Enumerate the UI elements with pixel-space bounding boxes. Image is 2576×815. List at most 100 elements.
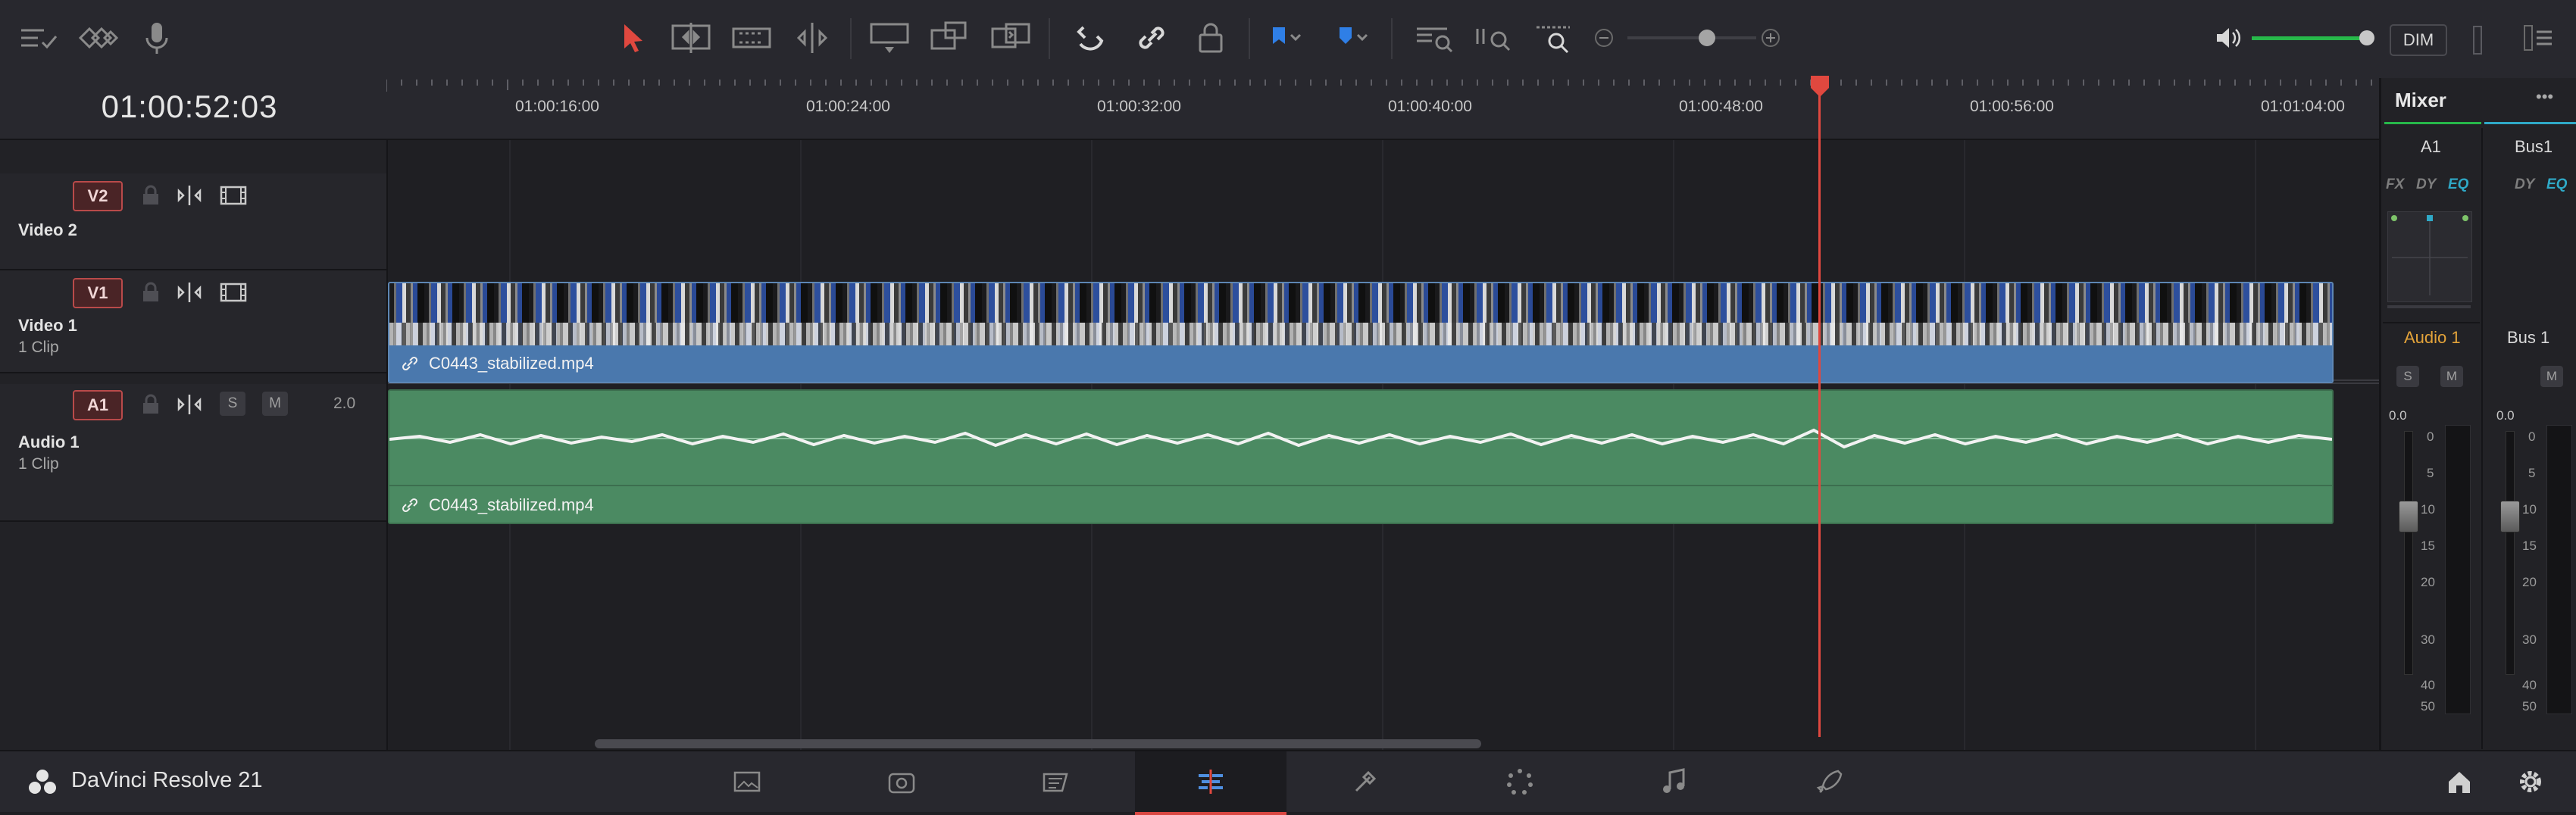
zoom-custom-icon[interactable]	[1533, 17, 1576, 59]
fader-knob[interactable]	[2399, 501, 2418, 532]
ruler-label: 01:01:04:00	[2261, 98, 2345, 115]
track-badge-a1[interactable]: A1	[73, 390, 123, 420]
voiceover-mic-icon[interactable]	[138, 17, 180, 59]
volume-icon[interactable]	[2214, 24, 2241, 52]
mute-button[interactable]: M	[262, 392, 288, 416]
track-header-v2[interactable]: V2 Video 2	[0, 173, 386, 270]
lock-icon[interactable]	[141, 184, 161, 207]
ruler-label: 01:00:24:00	[806, 98, 890, 115]
toolbar-divider	[1391, 18, 1393, 59]
playhead-handle[interactable]	[1809, 74, 1830, 97]
dim-button[interactable]: DIM	[2390, 24, 2447, 56]
disable-video-track-icon[interactable]	[220, 281, 247, 304]
track-header-a1[interactable]: A1 S M 2.0 Audio 1 1 Clip	[0, 384, 386, 522]
linked-selection-icon[interactable]	[1130, 17, 1173, 59]
auto-select-icon[interactable]	[176, 184, 203, 207]
fader-track[interactable]	[2506, 431, 2515, 675]
mixer-mute-button[interactable]: M	[2440, 366, 2463, 387]
fader-scale-label: 30	[2522, 632, 2537, 647]
page-deliver[interactable]	[1753, 751, 1905, 812]
blade-icon[interactable]	[791, 17, 833, 59]
overwrite-clip-icon[interactable]	[929, 17, 971, 59]
timecode-display[interactable]: 01:00:52:03	[0, 89, 379, 125]
snapping-icon[interactable]	[1070, 17, 1112, 59]
flag-icon[interactable]	[1264, 17, 1306, 59]
fader-knob[interactable]	[2500, 501, 2520, 532]
lock-icon[interactable]	[141, 393, 161, 416]
audio-waveform	[389, 428, 2332, 449]
position-lock-icon[interactable]	[1190, 17, 1232, 59]
meter-toggle-icon[interactable]	[2473, 26, 2482, 55]
fader-value: 0.0	[2389, 408, 2407, 423]
lock-icon[interactable]	[141, 281, 161, 304]
fader-scale-label: 40	[2522, 678, 2537, 692]
link-icon	[402, 497, 418, 514]
page-fusion[interactable]	[1290, 751, 1441, 812]
gear-icon[interactable]	[2515, 767, 2546, 797]
page-fairlight[interactable]	[1599, 751, 1750, 812]
davinci-logo-icon	[27, 768, 58, 795]
panel-toggle-icon[interactable]	[2523, 23, 2561, 53]
ruler-label: 01:00:40:00	[1388, 98, 1472, 115]
dynamics-button[interactable]: DY	[2416, 176, 2436, 193]
fader-scale-label: 10	[2421, 502, 2435, 517]
audio-clip[interactable]: C0443_stabilized.mp4	[388, 389, 2334, 524]
trim-edit-icon[interactable]	[670, 17, 712, 59]
fx-button[interactable]: FX	[2386, 176, 2404, 193]
video-clip[interactable]: C0443_stabilized.mp4	[388, 282, 2334, 383]
mixer-channel-label: A1	[2421, 137, 2441, 156]
zoom-out-icon[interactable]	[1594, 28, 1614, 48]
track-badge-v1[interactable]: V1	[73, 278, 123, 308]
dynamic-trim-icon[interactable]	[730, 17, 773, 59]
track-badge-v2[interactable]: V2	[73, 181, 123, 211]
replace-clip-icon[interactable]	[989, 17, 1032, 59]
fader-scale-label: 0	[2528, 429, 2536, 444]
page-cut[interactable]	[826, 751, 977, 812]
eq-button[interactable]: EQ	[2448, 176, 2468, 193]
fader-scale-label: 50	[2421, 699, 2435, 714]
disable-video-track-icon[interactable]	[220, 184, 247, 207]
timeline-options-icon[interactable]	[17, 17, 59, 59]
mixer-options-icon[interactable]: •••	[2536, 87, 2553, 107]
track-name-v2: Video 2	[18, 220, 77, 239]
playhead-line[interactable]	[1818, 78, 1821, 737]
volume-slider[interactable]	[2252, 30, 2374, 45]
eq-button[interactable]: EQ	[2546, 176, 2567, 193]
zoom-full-icon[interactable]	[1414, 17, 1456, 59]
auto-select-icon[interactable]	[176, 281, 203, 304]
insert-clip-icon[interactable]	[868, 17, 911, 59]
track-clip-count: 1 Clip	[18, 455, 59, 473]
page-edit[interactable]	[1135, 751, 1286, 815]
home-icon[interactable]	[2444, 767, 2474, 797]
horizontal-scrollbar[interactable]	[595, 739, 1481, 748]
mixer-mute-button[interactable]: M	[2540, 366, 2563, 387]
auto-select-icon[interactable]	[176, 393, 203, 416]
page-fusion-timeline[interactable]	[980, 751, 1132, 812]
level-meter	[2445, 425, 2471, 714]
zoom-in-icon[interactable]	[1761, 28, 1780, 48]
dynamics-button[interactable]: DY	[2515, 176, 2534, 193]
media-page-icon	[733, 771, 761, 792]
fader-track[interactable]	[2404, 431, 2413, 675]
zoom-detail-icon[interactable]	[1474, 17, 1517, 59]
mixer-tab-underline	[2484, 122, 2576, 124]
track-clip-count: 1 Clip	[18, 339, 59, 356]
track-view-icon[interactable]	[76, 17, 118, 59]
volume-slider-fill	[2252, 36, 2367, 40]
selection-arrow-icon[interactable]	[612, 17, 655, 59]
page-color[interactable]	[1444, 751, 1596, 812]
pan-control[interactable]	[2387, 211, 2472, 302]
solo-button[interactable]: S	[220, 392, 245, 416]
ruler-label: 01:00:56:00	[1970, 98, 2054, 115]
zoom-slider[interactable]	[1627, 30, 1756, 46]
marker-icon[interactable]	[1329, 17, 1371, 59]
volume-slider-knob[interactable]	[2359, 30, 2374, 45]
track-header-v1[interactable]: V1 Video 1 1 Clip	[0, 270, 386, 373]
deliver-page-icon	[1816, 770, 1843, 793]
zoom-slider-knob[interactable]	[1699, 30, 1716, 46]
pan-slider[interactable]	[2387, 305, 2471, 308]
toolbar-divider	[1049, 18, 1050, 59]
timeline-ruler[interactable]: 01:00:16:00 01:00:24:00 01:00:32:00 01:0…	[386, 78, 2379, 140]
page-media[interactable]	[671, 751, 823, 812]
mixer-solo-button[interactable]: S	[2396, 366, 2419, 387]
